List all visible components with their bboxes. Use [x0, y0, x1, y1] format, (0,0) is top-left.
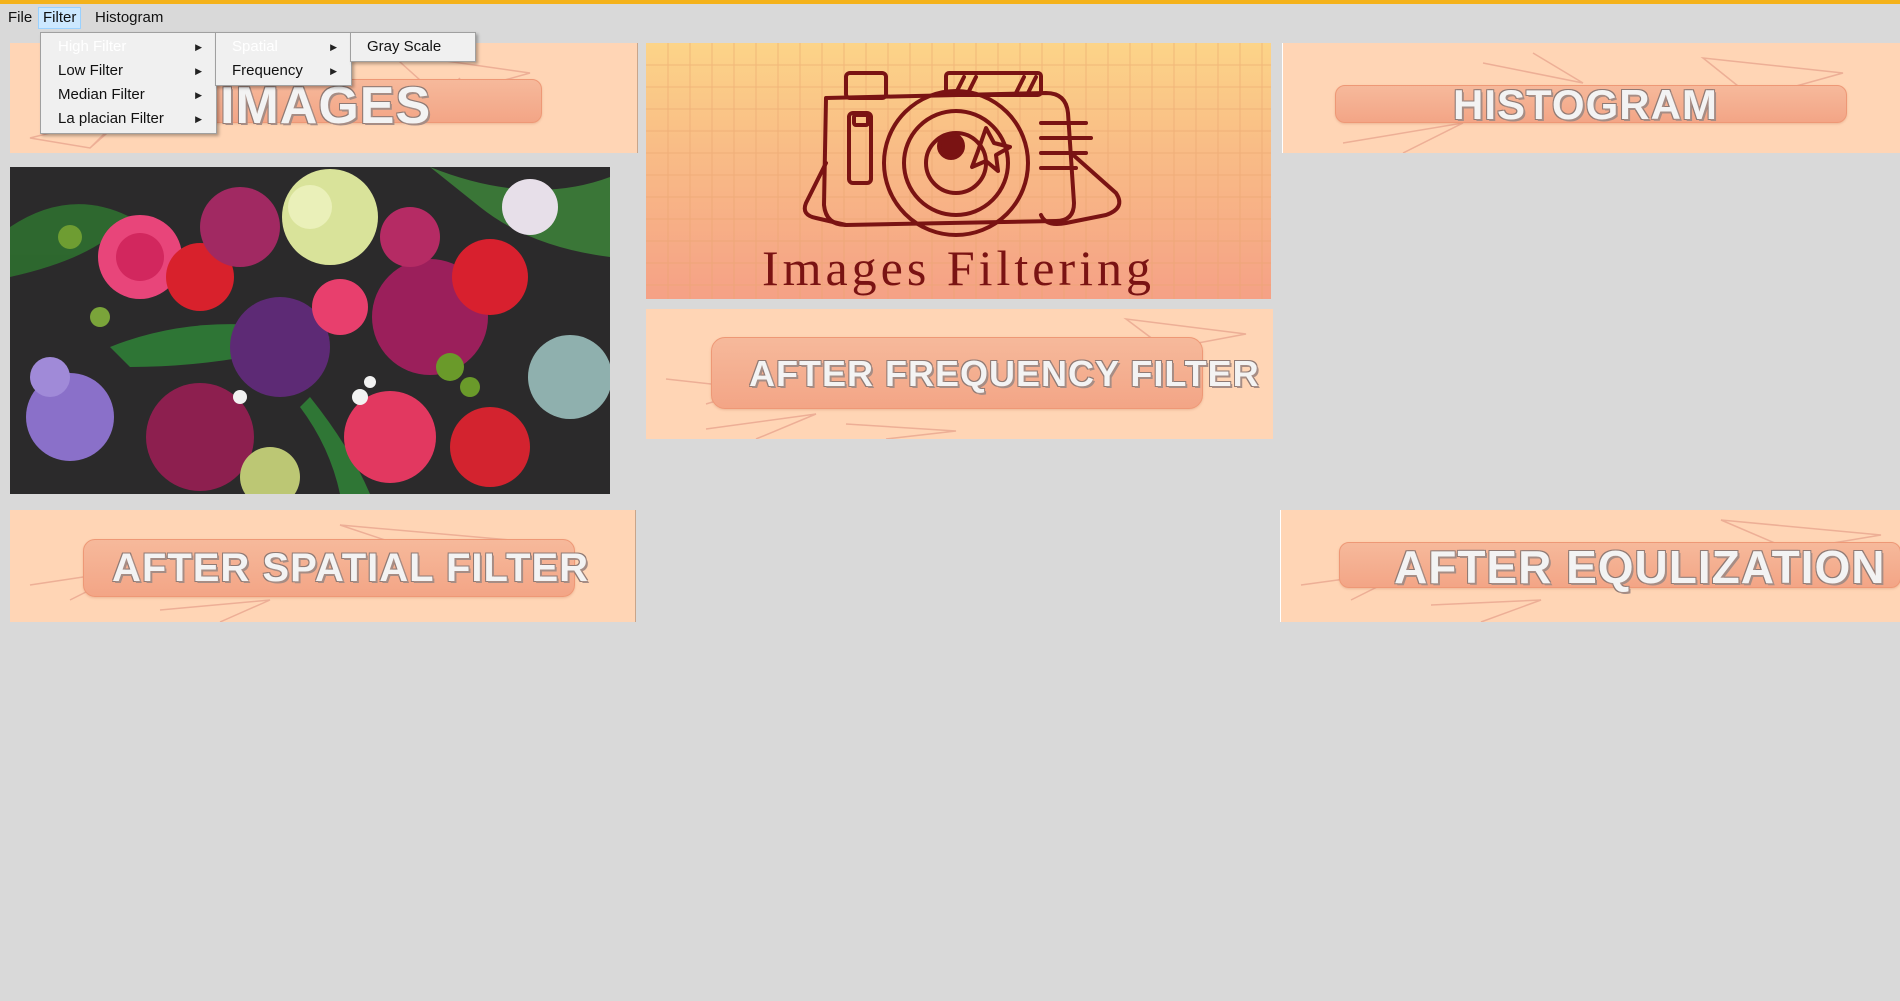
flower-bouquet-image	[10, 167, 610, 494]
menu-bar: File Filter Histogram	[0, 4, 1900, 31]
submenu-arrow-icon: ▶	[195, 114, 202, 124]
submenu-arrow-icon: ▶	[195, 42, 202, 52]
high-filter-submenu: Spatial ▶ Frequency ▶	[215, 32, 352, 86]
app-banner: Images Filtering	[646, 43, 1271, 299]
submenu-arrow-icon: ▶	[195, 66, 202, 76]
menu-item-low-filter[interactable]: Low Filter ▶	[41, 59, 216, 83]
spatial-submenu: Gray Scale	[350, 32, 476, 62]
menu-item-frequency[interactable]: Frequency ▶	[216, 59, 351, 83]
source-image-flowers	[10, 167, 610, 494]
submenu-arrow-icon: ▶	[330, 66, 337, 76]
filter-dropdown: High Filter ▶ Low Filter ▶ Median Filter ▶ …	[40, 32, 217, 134]
banner-title: Images Filtering	[761, 240, 1156, 296]
histogram-panel: HISTOGRAM	[1282, 43, 1900, 153]
after-spatial-label: AFTER SPATIAL FILTER	[112, 546, 590, 590]
menu-item-laplacian-filter[interactable]: La placian Filter ▶	[41, 107, 216, 131]
menu-item-gray-scale[interactable]: Gray Scale	[351, 35, 475, 59]
after-frequency-panel: AFTER FREQUENCY FILTER	[646, 309, 1273, 439]
menu-item-high-filter[interactable]: High Filter ▶	[41, 35, 216, 59]
menu-item-median-filter[interactable]: Median Filter ▶	[41, 83, 216, 107]
submenu-arrow-icon: ▶	[330, 42, 337, 52]
histogram-label: HISTOGRAM	[1453, 81, 1718, 128]
after-spatial-panel: AFTER SPATIAL FILTER	[10, 510, 636, 622]
menu-item-spatial[interactable]: Spatial ▶	[216, 35, 351, 59]
after-frequency-label: AFTER FREQUENCY FILTER	[749, 353, 1260, 394]
menu-histogram[interactable]: Histogram	[91, 7, 167, 29]
menu-file[interactable]: File	[4, 7, 36, 29]
submenu-arrow-icon: ▶	[195, 90, 202, 100]
camera-icon	[802, 71, 1122, 237]
after-equalization-label: AFTER EQULIZATION	[1394, 541, 1886, 593]
after-equalization-panel: AFTER EQULIZATION	[1280, 510, 1900, 622]
menu-filter[interactable]: Filter	[38, 7, 82, 29]
